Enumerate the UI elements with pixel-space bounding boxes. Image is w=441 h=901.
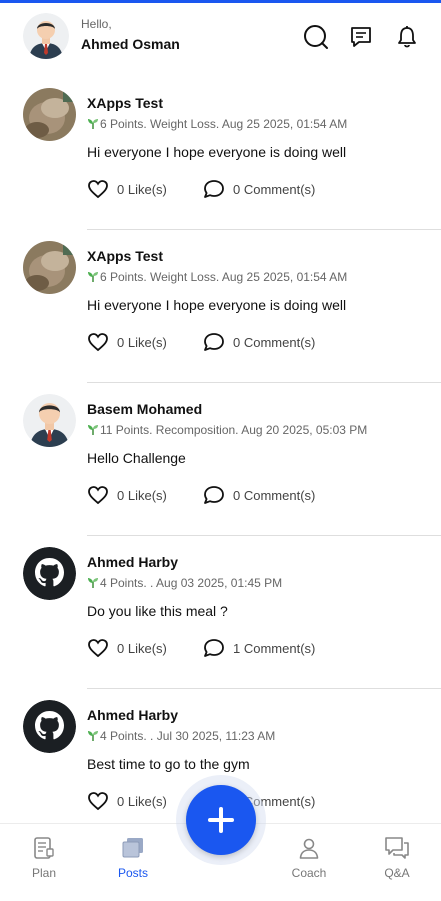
like-count: 0 Like(s) (117, 793, 167, 809)
add-post-button[interactable] (186, 785, 256, 855)
sprout-icon (88, 578, 98, 588)
post-body: Hello Challenge (87, 450, 186, 466)
sprout-icon (88, 272, 98, 282)
post-author-avatar[interactable] (23, 241, 76, 294)
post-meta-text: 4 Points. . Aug 03 2025, 01:45 PM (100, 576, 283, 590)
tab-qa-label: Q&A (384, 866, 410, 880)
post-body: Hi everyone I hope everyone is doing wel… (87, 144, 347, 160)
like-button[interactable]: 0 Like(s) (87, 329, 167, 355)
post-author-name[interactable]: Ahmed Harby (87, 554, 178, 570)
comment-icon (204, 486, 224, 504)
qa-icon (385, 837, 409, 859)
posts-feed[interactable]: XApps Test 6 Points. Weight Loss. Aug 25… (0, 77, 441, 823)
comment-icon (204, 180, 224, 198)
post-meta: 11 Points. Recomposition. Aug 20 2025, 0… (87, 423, 367, 437)
heart-icon (88, 180, 108, 199)
comment-count: 0 Comment(s) (233, 181, 316, 197)
heart-icon (88, 333, 108, 352)
tab-qa[interactable]: Q&A (367, 836, 427, 880)
like-button[interactable]: 0 Like(s) (87, 482, 167, 508)
comment-count: 1 Comment(s) (233, 640, 316, 656)
sprout-icon (88, 731, 98, 741)
post-card[interactable]: Ahmed Harby 4 Points. . Aug 03 2025, 01:… (0, 536, 441, 689)
post-author-avatar[interactable] (23, 394, 76, 447)
sprout-icon (88, 119, 98, 129)
tab-plan-label: Plan (31, 866, 57, 880)
comment-count: 0 Comment(s) (233, 487, 316, 503)
tab-plan[interactable]: Plan (14, 836, 74, 880)
post-body: Hi everyone I hope everyone is doing wel… (87, 297, 347, 313)
post-body: Do you like this meal ? (87, 603, 228, 619)
like-count: 0 Like(s) (117, 334, 167, 350)
post-author-name[interactable]: Basem Mohamed (87, 401, 202, 417)
app-header: Hello, Ahmed Osman (0, 3, 441, 77)
post-author-avatar[interactable] (23, 88, 76, 141)
comment-icon (204, 333, 224, 351)
like-count: 0 Like(s) (117, 181, 167, 197)
like-count: 0 Like(s) (117, 487, 167, 503)
post-card[interactable]: XApps Test 6 Points. Weight Loss. Aug 25… (0, 77, 441, 230)
post-author-avatar[interactable] (23, 547, 76, 600)
like-button[interactable]: 0 Like(s) (87, 635, 167, 661)
like-button[interactable]: 0 Like(s) (87, 176, 167, 202)
post-card[interactable]: Basem Mohamed 11 Points. Recomposition. … (0, 383, 441, 536)
tab-coach-label: Coach (291, 866, 327, 880)
comment-count: 0 Comment(s) (233, 334, 316, 350)
comment-button[interactable]: 0 Comment(s) (203, 176, 315, 202)
comment-button[interactable]: 0 Comment(s) (203, 329, 315, 355)
user-avatar[interactable] (23, 13, 69, 59)
post-author-name[interactable]: Ahmed Harby (87, 707, 178, 723)
post-meta: 4 Points. . Aug 03 2025, 01:45 PM (87, 576, 282, 590)
comment-button[interactable]: 1 Comment(s) (203, 635, 315, 661)
plan-icon (34, 837, 54, 859)
post-card[interactable]: XApps Test 6 Points. Weight Loss. Aug 25… (0, 230, 441, 383)
posts-icon (122, 838, 143, 858)
heart-icon (88, 486, 108, 505)
plus-icon (208, 807, 234, 833)
sprout-icon (88, 425, 98, 435)
post-meta-text: 6 Points. Weight Loss. Aug 25 2025, 01:5… (100, 117, 348, 131)
message-icon[interactable] (347, 23, 375, 51)
post-meta: 6 Points. Weight Loss. Aug 25 2025, 01:5… (87, 270, 347, 284)
tab-posts[interactable]: Posts (103, 836, 163, 880)
tab-posts-label: Posts (117, 866, 148, 880)
like-count: 0 Like(s) (117, 640, 167, 656)
coach-icon (299, 838, 319, 859)
comment-icon (204, 639, 224, 657)
like-button[interactable]: 0 Like(s) (87, 788, 167, 814)
user-name: Ahmed Osman (81, 36, 180, 52)
heart-icon (88, 639, 108, 658)
post-meta: 6 Points. Weight Loss. Aug 25 2025, 01:5… (87, 117, 347, 131)
post-author-avatar[interactable] (23, 700, 76, 753)
post-meta-text: 11 Points. Recomposition. Aug 20 2025, 0… (100, 423, 368, 437)
post-author-name[interactable]: XApps Test (87, 95, 163, 111)
heart-icon (88, 792, 108, 811)
bell-icon[interactable] (393, 23, 421, 51)
search-icon[interactable] (302, 23, 330, 51)
post-meta-text: 4 Points. . Jul 30 2025, 11:23 AM (100, 729, 276, 743)
comment-button[interactable]: 0 Comment(s) (203, 482, 315, 508)
post-author-name[interactable]: XApps Test (87, 248, 163, 264)
post-meta: 4 Points. . Jul 30 2025, 11:23 AM (87, 729, 275, 743)
greeting-text: Hello, (81, 17, 112, 31)
tab-coach[interactable]: Coach (279, 836, 339, 880)
post-meta-text: 6 Points. Weight Loss. Aug 25 2025, 01:5… (100, 270, 348, 284)
post-body: Best time to go to the gym (87, 756, 250, 772)
